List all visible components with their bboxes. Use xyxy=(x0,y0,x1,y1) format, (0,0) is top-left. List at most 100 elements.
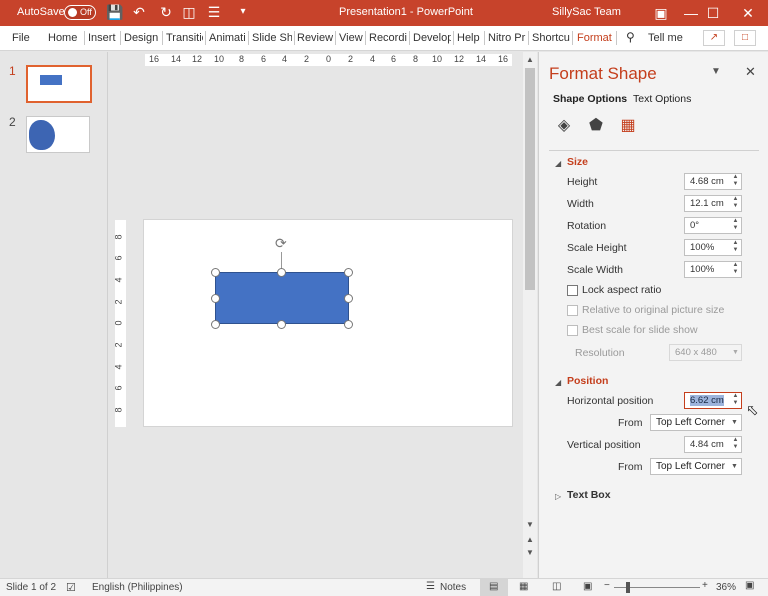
maximize-icon[interactable]: ☐ xyxy=(698,0,728,26)
scroll-up-icon[interactable]: ▲ xyxy=(525,55,535,64)
ruler-tick: 14 xyxy=(476,54,487,64)
tab-help[interactable]: Help xyxy=(457,32,481,44)
pane-divider xyxy=(549,150,759,151)
slide-counter: Slide 1 of 2 xyxy=(6,582,57,593)
scroll-down-icon[interactable]: ▼ xyxy=(525,520,535,529)
zoom-slider-thumb[interactable] xyxy=(626,582,630,593)
tab-recording[interactable]: Recordi xyxy=(369,32,407,44)
zoom-level[interactable]: 36% xyxy=(716,582,736,593)
normal-view-icon: ▤ xyxy=(489,581,499,592)
resize-handle-top[interactable] xyxy=(277,268,286,277)
collapse-caret-icon[interactable]: ◢ xyxy=(555,378,561,387)
tab-review[interactable]: Review xyxy=(297,32,333,44)
autosave-label: AutoSave xyxy=(17,6,65,18)
collapse-caret-icon[interactable]: ◢ xyxy=(555,159,561,168)
search-icon[interactable]: ⚲ xyxy=(626,30,640,44)
resize-handle-top-right[interactable] xyxy=(344,268,353,277)
status-bar: Slide 1 of 2 ☑ English (Philippines) ☰ N… xyxy=(0,578,768,596)
horizontal-position-value: 6.62 cm xyxy=(690,395,724,406)
horizontal-position-label: Horizontal position xyxy=(567,395,654,407)
tab-developer[interactable]: Develop xyxy=(413,32,451,44)
resize-handle-bottom-left[interactable] xyxy=(211,320,220,329)
fit-to-window-icon[interactable]: ▣ xyxy=(745,580,754,591)
slide-thumbnail-2[interactable] xyxy=(26,116,90,153)
tab-format[interactable]: Format xyxy=(577,32,613,44)
width-label: Width xyxy=(567,198,594,210)
scale-width-spinner-icon[interactable]: ▲ ▼ xyxy=(731,262,740,276)
autosave-toggle[interactable]: Off xyxy=(64,5,96,20)
previous-slide-icon[interactable]: ▲ xyxy=(525,535,535,544)
notes-icon[interactable]: ☰ xyxy=(426,581,435,592)
vertical-from-dropdown[interactable]: Top Left Corner xyxy=(650,458,742,475)
expand-caret-icon[interactable]: ▷ xyxy=(555,492,561,501)
tab-transitions[interactable]: Transitio xyxy=(166,32,203,44)
close-icon[interactable]: ✕ xyxy=(745,64,756,80)
vertical-spinner-icon[interactable]: ▲ ▼ xyxy=(731,437,740,451)
effects-icon[interactable]: ⬟ xyxy=(585,115,607,137)
zoom-in-icon[interactable]: + xyxy=(702,580,708,591)
text-box-section-header[interactable]: Text Box xyxy=(567,489,611,501)
tab-shape-options[interactable]: Shape Options xyxy=(553,93,627,105)
redo-icon[interactable]: ↻ xyxy=(158,4,174,20)
tab-slide-show[interactable]: Slide Sh xyxy=(252,32,292,44)
slide-show-icon[interactable]: ▣ xyxy=(583,581,592,592)
tab-design[interactable]: Design xyxy=(124,32,160,44)
language-indicator[interactable]: English (Philippines) xyxy=(92,582,183,593)
resize-handle-right[interactable] xyxy=(344,294,353,303)
spelling-icon[interactable]: ☑ xyxy=(66,581,76,594)
rotation-spinner-icon[interactable]: ▲ ▼ xyxy=(731,218,740,232)
tab-text-options[interactable]: Text Options xyxy=(633,93,691,105)
customize-qat-icon[interactable]: ▾ xyxy=(235,4,251,20)
present-icon[interactable]: ◫ xyxy=(181,4,197,20)
comments-icon[interactable]: □ xyxy=(734,30,756,46)
tab-animations[interactable]: Animati xyxy=(209,32,246,44)
slide-number: 2 xyxy=(9,115,16,129)
bullets-icon[interactable]: ☰ xyxy=(206,4,222,20)
close-window-icon[interactable]: ✕ xyxy=(733,0,763,26)
tab-file[interactable]: File xyxy=(12,32,32,44)
dropdown-caret-icon[interactable]: ▼ xyxy=(731,463,738,470)
tab-view[interactable]: View xyxy=(339,32,363,44)
reading-view-icon[interactable]: ◫ xyxy=(552,581,561,592)
horizontal-from-dropdown[interactable]: Top Left Corner xyxy=(650,414,742,431)
save-icon[interactable]: 💾 xyxy=(106,4,123,20)
height-spinner-icon[interactable]: ▲ ▼ xyxy=(731,174,740,188)
from-label: From xyxy=(618,417,643,429)
ruler-tick: 4 xyxy=(370,54,376,64)
tab-insert[interactable]: Insert xyxy=(88,32,118,44)
slide-sorter-icon[interactable]: ▦ xyxy=(519,581,528,592)
ruler-tick: 8 xyxy=(113,407,124,413)
relative-size-label: Relative to original picture size xyxy=(582,304,725,316)
share-icon[interactable]: ↗ xyxy=(703,30,725,46)
tab-home[interactable]: Home xyxy=(48,32,80,44)
normal-view-button[interactable]: ▤ xyxy=(480,579,508,596)
next-slide-icon[interactable]: ▼ xyxy=(525,548,535,557)
scale-height-spinner-icon[interactable]: ▲ ▼ xyxy=(731,240,740,254)
notes-button[interactable]: Notes xyxy=(440,582,466,593)
resize-handle-bottom[interactable] xyxy=(277,320,286,329)
pane-options-icon[interactable]: ▼ xyxy=(711,66,721,77)
ribbon-display-icon[interactable]: ▣ xyxy=(646,0,676,26)
size-section-header[interactable]: Size xyxy=(567,156,588,168)
lock-aspect-checkbox[interactable] xyxy=(567,285,578,296)
position-section-header[interactable]: Position xyxy=(567,375,608,387)
fill-line-icon[interactable]: ◈ xyxy=(553,115,575,137)
dropdown-caret-icon[interactable]: ▼ xyxy=(731,419,738,426)
tab-shortcuts[interactable]: Shortcu xyxy=(532,32,570,44)
scrollbar-thumb[interactable] xyxy=(525,68,535,290)
tell-me-box[interactable]: Tell me xyxy=(648,32,688,44)
rotate-handle-icon[interactable]: ⟳ xyxy=(275,235,287,252)
selected-rectangle-shape[interactable] xyxy=(215,272,349,324)
ruler-tick: 4 xyxy=(282,54,288,64)
resize-handle-left[interactable] xyxy=(211,294,220,303)
tab-nitro-pro[interactable]: Nitro Pr xyxy=(488,32,526,44)
user-name[interactable]: SillySac Team xyxy=(552,6,621,18)
resize-handle-top-left[interactable] xyxy=(211,268,220,277)
horizontal-spinner-icon[interactable]: ▲ ▼ xyxy=(731,393,740,407)
zoom-out-icon[interactable]: − xyxy=(604,580,610,591)
width-spinner-icon[interactable]: ▲ ▼ xyxy=(731,196,740,210)
undo-icon[interactable]: ↶ xyxy=(131,4,147,20)
resize-handle-bottom-right[interactable] xyxy=(344,320,353,329)
size-properties-icon[interactable]: ▦ xyxy=(617,115,639,137)
slide-thumbnail-1[interactable] xyxy=(26,65,92,103)
